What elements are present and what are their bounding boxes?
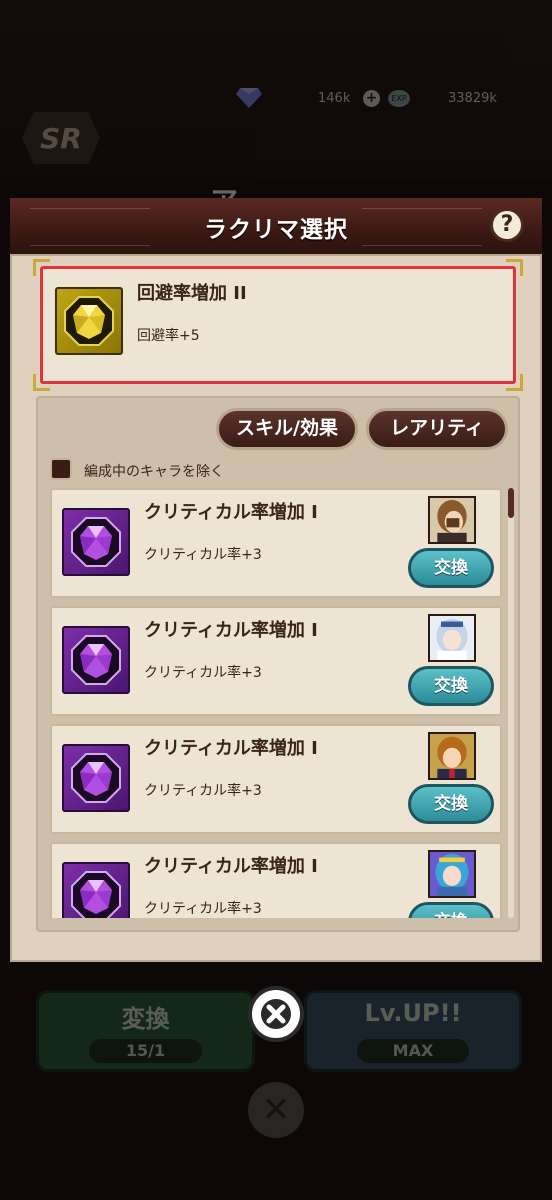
rarity-filter-button[interactable]: レアリティ	[366, 408, 508, 450]
skill-effect-filter-button[interactable]: スキル/効果	[216, 408, 358, 450]
lacrima-effect: クリティカル率+3	[144, 901, 262, 917]
exchange-button[interactable]: 交換	[408, 902, 494, 918]
frame-corner	[506, 374, 523, 391]
lacrima-name: クリティカル率増加 I	[144, 856, 318, 877]
lacrima-list-panel: スキル/効果 レアリティ 編成中のキャラを除く クリティカル率増加 I クリティ…	[36, 396, 520, 932]
exchange-button[interactable]: 交換	[408, 666, 494, 706]
levelup-button-label: Lv.UP!!	[364, 999, 462, 1027]
lacrima-name: クリティカル率増加 I	[144, 738, 318, 759]
help-button[interactable]: ?	[490, 208, 524, 242]
gem-count: 146k	[318, 91, 351, 106]
selected-lacrima-name: 回避率増加 II	[137, 283, 247, 304]
purple-lacrima-gem-icon	[62, 744, 130, 812]
lacrima-list[interactable]: クリティカル率増加 I クリティカル率+3 交換 クリティカル率増加 I クリテ…	[50, 488, 506, 918]
lacrima-effect: クリティカル率+3	[144, 665, 262, 681]
exp-icon: EXP	[388, 90, 410, 107]
selected-lacrima-effect: 回避率+5	[137, 328, 200, 344]
character-portrait-icon	[428, 850, 476, 898]
convert-button-count: 15/1	[89, 1039, 202, 1063]
exchange-button[interactable]: 交換	[408, 548, 494, 588]
purple-lacrima-gem-icon	[62, 626, 130, 694]
selected-lacrima: 回避率増加 II 回避率+5	[33, 259, 523, 391]
lacrima-list-item[interactable]: クリティカル率増加 I クリティカル率+3 交換	[50, 488, 502, 598]
lacrima-list-item[interactable]: クリティカル率増加 I クリティカル率+3 交換	[50, 724, 502, 834]
add-gem-icon: +	[363, 90, 380, 107]
background-close-icon: ✕	[248, 1082, 304, 1138]
character-portrait-icon	[428, 732, 476, 780]
gold-lacrima-gem-icon	[55, 287, 123, 355]
lacrima-name: クリティカル率増加 I	[144, 502, 318, 523]
close-dialog-button[interactable]	[248, 986, 304, 1042]
character-portrait-icon	[428, 614, 476, 662]
rarity-badge: SR	[22, 112, 100, 164]
close-icon	[261, 999, 291, 1029]
frame-corner	[506, 259, 523, 276]
dialog-title: ラクリマ選択	[204, 217, 348, 243]
convert-button-label: 変換	[121, 1005, 170, 1033]
exclude-team-checkbox[interactable]	[50, 458, 72, 480]
frame-corner	[33, 259, 50, 276]
purple-lacrima-gem-icon	[62, 508, 130, 576]
convert-button: 変換 15/1	[36, 990, 255, 1072]
lacrima-select-dialog: ラクリマ選択 ? 回避率増加 II 回避率+5 スキル/効果 レアリティ 編成中…	[10, 198, 542, 962]
character-portrait-icon	[428, 496, 476, 544]
lacrima-effect: クリティカル率+3	[144, 547, 262, 563]
lacrima-name: クリティカル率増加 I	[144, 620, 318, 641]
levelup-button: Lv.UP!! MAX	[304, 990, 522, 1072]
levelup-button-status: MAX	[357, 1039, 469, 1063]
lacrima-list-item[interactable]: クリティカル率増加 I クリティカル率+3 交換	[50, 606, 502, 716]
dialog-body: 回避率増加 II 回避率+5 スキル/効果 レアリティ 編成中のキャラを除く ク…	[10, 254, 542, 962]
list-scrollbar-track[interactable]	[508, 498, 514, 918]
frame-corner	[33, 374, 50, 391]
purple-lacrima-gem-icon	[62, 862, 130, 918]
exchange-button[interactable]: 交換	[408, 784, 494, 824]
exclude-team-label: 編成中のキャラを除く	[84, 464, 224, 480]
lacrima-list-item[interactable]: クリティカル率増加 I クリティカル率+3 交換	[50, 842, 502, 918]
diamond-icon	[236, 88, 262, 108]
exp-count: 33829k	[448, 91, 497, 106]
list-scrollbar-thumb[interactable]	[508, 488, 514, 518]
dialog-header: ラクリマ選択 ?	[10, 198, 542, 256]
lacrima-effect: クリティカル率+3	[144, 783, 262, 799]
